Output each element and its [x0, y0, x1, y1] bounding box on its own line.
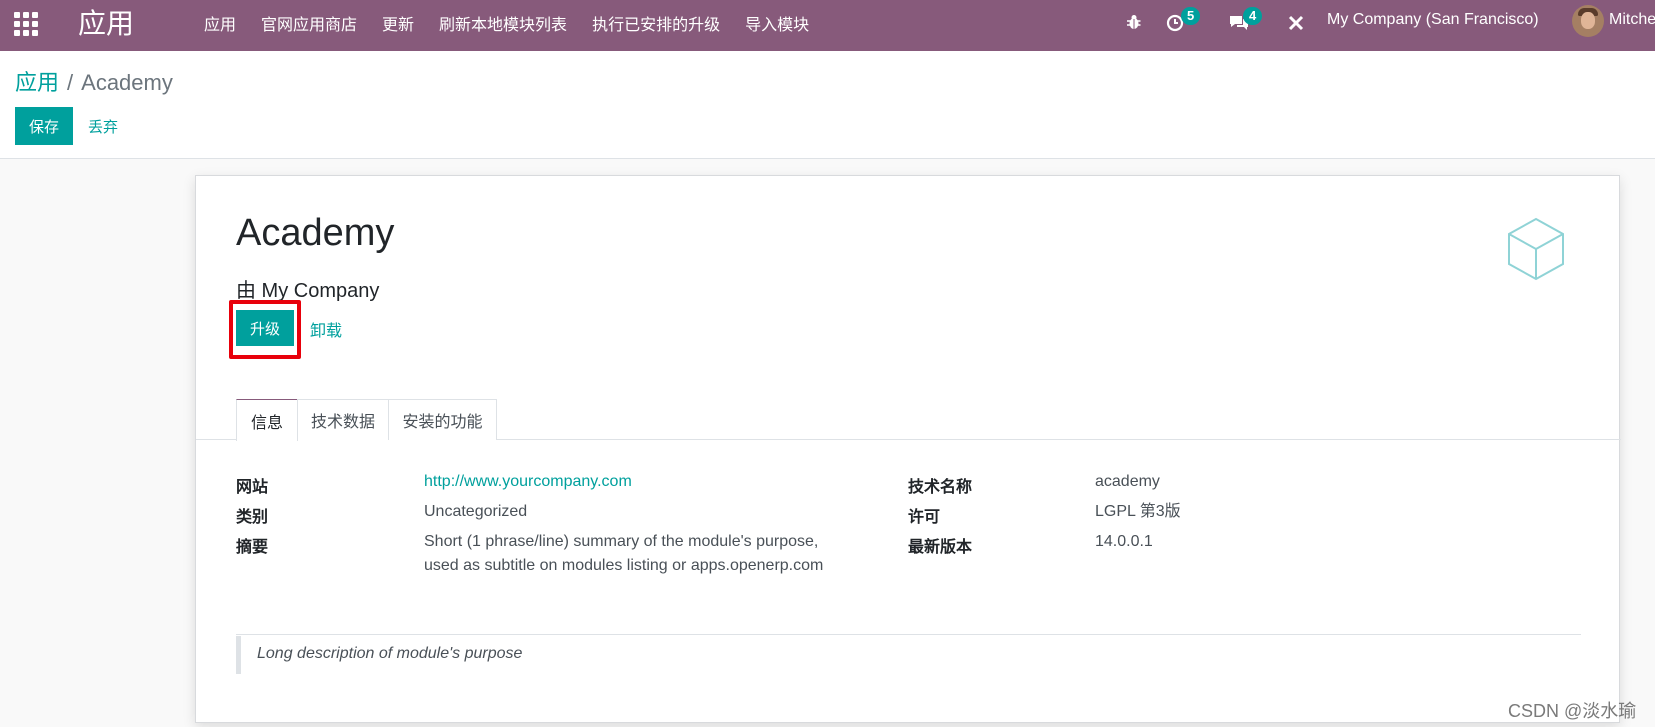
- uninstall-link[interactable]: 卸载: [310, 317, 342, 341]
- activity-count-badge: 5: [1181, 7, 1201, 25]
- menu-item-apps[interactable]: 应用: [204, 11, 236, 35]
- menu-item-import-module[interactable]: 导入模块: [745, 11, 809, 35]
- discard-button[interactable]: 丢弃: [88, 116, 118, 137]
- apps-grid-icon[interactable]: [14, 12, 38, 36]
- user-name[interactable]: Mitche: [1609, 11, 1655, 29]
- website-label: 网站: [236, 479, 269, 496]
- user-avatar[interactable]: [1572, 5, 1604, 37]
- license-label: 许可: [908, 509, 941, 526]
- tab-installed-features[interactable]: 安装的功能: [388, 399, 497, 440]
- technical-name-label: 技术名称: [908, 479, 973, 496]
- breadcrumb-separator: /: [67, 70, 74, 95]
- upgrade-highlight-box: [229, 300, 301, 359]
- latest-version-label: 最新版本: [908, 539, 973, 556]
- avatar-face: [1581, 12, 1595, 29]
- bug-icon[interactable]: [1125, 13, 1145, 33]
- module-author: 由 My Company: [236, 280, 380, 302]
- website-link[interactable]: http://www.yourcompany.com: [424, 473, 632, 490]
- technical-name-value: academy: [1095, 473, 1160, 490]
- summary-value: Short (1 phrase/line) summary of the mod…: [424, 530, 823, 578]
- website-value[interactable]: http://www.yourcompany.com: [424, 470, 632, 494]
- form-sheet: Academy 由 My Company 升级 卸载 信息 技术数据 安装的功能…: [195, 175, 1621, 723]
- module-cube-icon: [1506, 216, 1566, 282]
- menu-item-app-store[interactable]: 官网应用商店: [261, 11, 357, 35]
- description-separator: [236, 634, 1581, 635]
- menu-item-updates[interactable]: 更新: [382, 11, 414, 35]
- summary-label: 摘要: [236, 539, 269, 556]
- module-description: Long description of module's purpose: [236, 636, 1581, 674]
- app-brand[interactable]: 应用: [78, 6, 134, 42]
- tab-technical-data[interactable]: 技术数据: [297, 399, 389, 440]
- nav-menu: 应用 官网应用商店 更新 刷新本地模块列表 执行已安排的升级 导入模块: [204, 0, 834, 45]
- menu-item-scheduled-upgrades[interactable]: 执行已安排的升级: [592, 11, 720, 35]
- message-count-badge: 4: [1243, 7, 1263, 25]
- category-label: 类别: [236, 509, 269, 526]
- top-navbar: 应用 应用 官网应用商店 更新 刷新本地模块列表 执行已安排的升级 导入模块 5…: [0, 0, 1655, 51]
- save-button[interactable]: 保存: [15, 107, 73, 145]
- module-description-text: Long description of module's purpose: [257, 645, 523, 662]
- tab-info[interactable]: 信息: [236, 399, 298, 441]
- company-switcher[interactable]: My Company (San Francisco): [1327, 11, 1539, 29]
- summary-line-1: Short (1 phrase/line) summary of the mod…: [424, 533, 819, 550]
- category-value: Uncategorized: [424, 503, 528, 520]
- license-value: LGPL 第3版: [1095, 503, 1181, 520]
- breadcrumb-current: Academy: [81, 70, 173, 95]
- menu-item-refresh-module-list[interactable]: 刷新本地模块列表: [439, 11, 567, 35]
- summary-line-2: used as subtitle on modules listing or a…: [424, 557, 824, 574]
- module-title: Academy: [236, 212, 395, 254]
- breadcrumb-apps-link[interactable]: 应用: [15, 70, 59, 95]
- control-panel: 应用 / Academy 保存 丢弃: [0, 51, 1655, 159]
- latest-version-value: 14.0.0.1: [1095, 533, 1153, 550]
- breadcrumb: 应用 / Academy: [15, 65, 173, 97]
- tools-icon[interactable]: [1286, 13, 1306, 33]
- watermark: CSDN @淡水瑜: [1508, 701, 1637, 721]
- tab-bar: 信息 技术数据 安装的功能: [196, 399, 1621, 441]
